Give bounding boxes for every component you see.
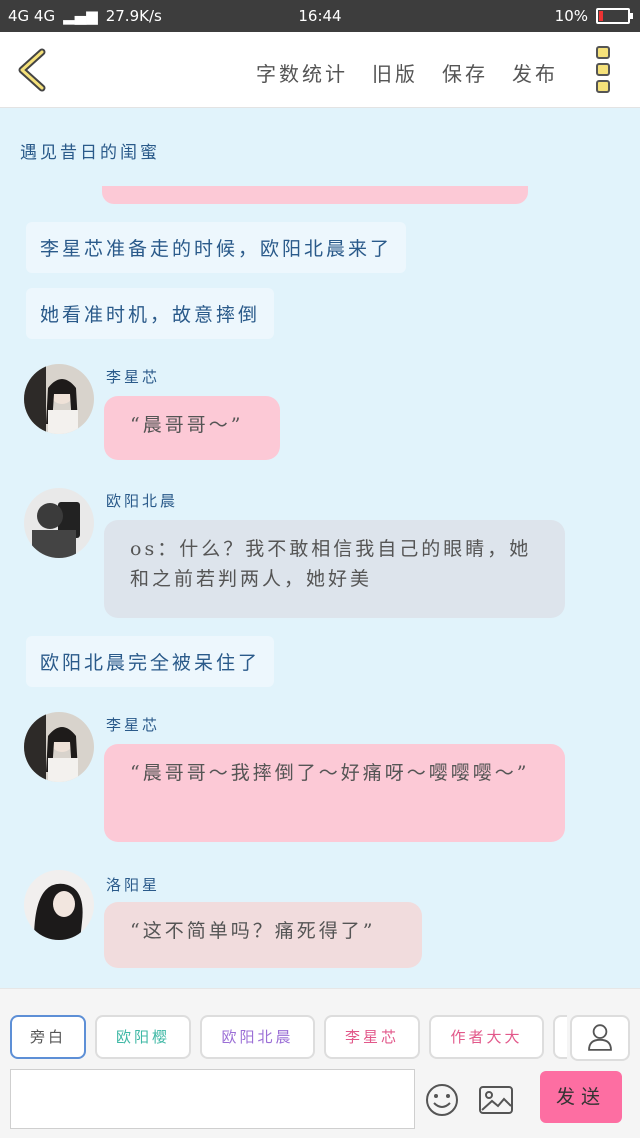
publish-button[interactable]: 发布	[512, 58, 558, 87]
character-chip-author[interactable]: 作者大大	[429, 1015, 544, 1059]
top-toolbar: 字数统计 旧版 保存 发布	[0, 32, 640, 108]
battery-percent: 10%	[554, 7, 588, 25]
word-count-button[interactable]: 字数统计	[256, 58, 348, 87]
message-input[interactable]	[10, 1069, 415, 1129]
old-version-button[interactable]: 旧版	[372, 58, 418, 87]
avatar-li-xingxin[interactable]	[24, 712, 94, 782]
dialogue-bubble[interactable]: “晨哥哥～我摔倒了～好痛呀～嘤嘤嘤～”	[104, 744, 565, 842]
previous-bubble-edge	[102, 186, 528, 204]
save-button[interactable]: 保存	[442, 58, 488, 87]
dialogue-bubble[interactable]: “晨哥哥～”	[104, 396, 280, 460]
character-chip-partial[interactable]	[553, 1015, 567, 1059]
story-title: 遇见昔日的闺蜜	[20, 143, 160, 163]
back-chevron-icon[interactable]	[14, 48, 54, 92]
speaker-name: 李星芯	[106, 368, 161, 386]
dialogue-bubble[interactable]: os：什么？我不敢相信我自己的眼睛，她和之前若判两人，她好美	[104, 520, 565, 618]
speaker-name: 欧阳北晨	[106, 492, 179, 510]
battery-icon	[596, 8, 633, 24]
clock: 16:44	[298, 7, 342, 25]
speaker-name: 李星芯	[106, 716, 161, 734]
emoji-icon[interactable]	[424, 1082, 460, 1118]
avatar-luo-yangxing[interactable]	[24, 870, 94, 940]
character-chip-li-xingxin[interactable]: 李星芯	[324, 1015, 420, 1059]
speaker-name: 洛阳星	[106, 876, 161, 894]
avatar-ouyang-beichen[interactable]	[24, 488, 94, 558]
status-bar: 4G 4G ▂▄▆ 27.9K/s 16:44 10%	[0, 0, 640, 32]
narration-message[interactable]: 她看准时机，故意摔倒	[26, 288, 275, 339]
image-icon[interactable]	[478, 1082, 514, 1118]
compose-panel: 旁白 欧阳樱 欧阳北晨 李星芯 作者大大 发送	[0, 988, 640, 1138]
avatar-li-xingxin[interactable]	[24, 364, 94, 434]
chat-area[interactable]: 遇见昔日的闺蜜 李星芯准备走的时候，欧阳北晨来了 她看准时机，故意摔倒 李星芯 …	[0, 108, 640, 988]
character-chip-narrator[interactable]: 旁白	[10, 1015, 86, 1059]
more-options-icon[interactable]	[596, 46, 614, 96]
send-button[interactable]: 发送	[540, 1071, 622, 1123]
dialogue-bubble[interactable]: “这不简单吗？痛死得了”	[104, 902, 422, 968]
narration-message[interactable]: 欧阳北晨完全被呆住了	[26, 636, 275, 687]
character-chip-ouyang-beichen[interactable]: 欧阳北晨	[200, 1015, 315, 1059]
narration-message[interactable]: 李星芯准备走的时候，欧阳北晨来了	[26, 222, 407, 273]
add-character-icon[interactable]	[570, 1015, 630, 1061]
character-chip-ouyang-ying[interactable]: 欧阳樱	[95, 1015, 191, 1059]
